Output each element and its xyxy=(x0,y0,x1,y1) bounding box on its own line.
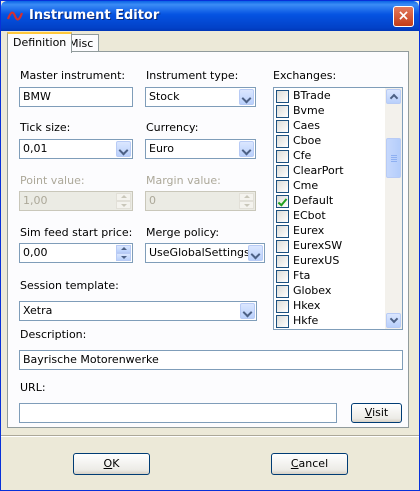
checkbox[interactable] xyxy=(276,135,289,148)
exchanges-label: Exchanges: xyxy=(273,69,337,82)
instrument-type-select[interactable]: Stock xyxy=(145,87,256,107)
checkbox[interactable] xyxy=(276,270,289,283)
tab-definition[interactable]: Definition xyxy=(7,32,73,53)
description-label: Description: xyxy=(20,328,87,341)
checkbox[interactable] xyxy=(276,120,289,133)
checkbox[interactable] xyxy=(276,210,289,223)
scroll-up-icon[interactable] xyxy=(386,89,401,104)
merge-policy-label: Merge policy: xyxy=(146,226,220,239)
merge-policy-value: UseGlobalSettings xyxy=(149,246,250,259)
sim-feed-start-price-label: Sim feed start price: xyxy=(20,226,133,239)
margin-value-value: 0 xyxy=(149,194,156,207)
spin-arrows-icon xyxy=(116,193,131,209)
instrument-type-value: Stock xyxy=(149,90,180,103)
checkbox[interactable] xyxy=(276,315,289,328)
chevron-down-icon[interactable] xyxy=(240,303,255,319)
point-value-spinner: 1,00 xyxy=(19,191,133,211)
checkbox[interactable] xyxy=(276,180,289,193)
close-icon[interactable]: × xyxy=(393,6,414,27)
sim-feed-start-price-spinner[interactable]: 0,00 xyxy=(19,243,133,263)
instrument-type-label: Instrument type: xyxy=(146,69,239,82)
margin-value-label: Margin value: xyxy=(146,174,221,187)
master-instrument-input[interactable]: BMW xyxy=(19,87,133,107)
point-value-value: 1,00 xyxy=(23,194,48,207)
checkbox[interactable] xyxy=(276,300,289,313)
window-title: Instrument Editor xyxy=(29,8,160,23)
merge-policy-select[interactable]: UseGlobalSettings xyxy=(145,243,265,263)
url-label: URL: xyxy=(20,381,46,394)
chevron-down-icon[interactable] xyxy=(239,141,254,157)
tick-size-select[interactable]: 0,01 xyxy=(19,139,133,159)
margin-value-spinner: 0 xyxy=(145,191,256,211)
checkbox[interactable] xyxy=(276,165,289,178)
master-instrument-label: Master instrument: xyxy=(20,69,126,82)
chevron-down-icon[interactable] xyxy=(116,141,131,157)
title-bar[interactable]: Instrument Editor × xyxy=(1,1,419,31)
exchanges-list[interactable]: BTrade Bvme Caes Cboe Cfe ClearPort Cme … xyxy=(273,87,403,330)
session-template-value: Xetra xyxy=(23,304,53,317)
currency-label: Currency: xyxy=(146,121,199,134)
tick-size-label: Tick size: xyxy=(20,121,71,134)
exchanges-scrollbar[interactable] xyxy=(385,88,402,329)
currency-value: Euro xyxy=(149,142,174,155)
chevron-down-icon[interactable] xyxy=(248,245,263,261)
checkbox[interactable] xyxy=(276,240,289,253)
description-input[interactable]: Bayrische Motorenwerke xyxy=(19,350,403,370)
check-icon[interactable] xyxy=(276,195,289,208)
checkbox[interactable] xyxy=(276,285,289,298)
session-template-label: Session template: xyxy=(20,279,119,292)
checkbox[interactable] xyxy=(276,150,289,163)
spin-arrows-icon[interactable] xyxy=(116,245,131,261)
sim-feed-start-price-value: 0,00 xyxy=(23,246,48,259)
checkbox[interactable] xyxy=(276,90,289,103)
instrument-editor-window: Instrument Editor × Definition Misc Mast… xyxy=(0,0,420,491)
checkbox[interactable] xyxy=(276,105,289,118)
tick-size-value: 0,01 xyxy=(23,142,48,155)
nt-logo-icon xyxy=(7,11,23,21)
scroll-thumb[interactable] xyxy=(386,138,401,178)
cancel-button[interactable]: Cancel xyxy=(271,453,348,475)
session-template-select[interactable]: Xetra xyxy=(19,301,257,321)
currency-select[interactable]: Euro xyxy=(145,139,256,159)
ok-button[interactable]: OK xyxy=(73,453,150,475)
chevron-down-icon[interactable] xyxy=(239,89,254,105)
checkbox[interactable] xyxy=(276,225,289,238)
scroll-down-icon[interactable] xyxy=(386,313,401,328)
url-input[interactable] xyxy=(19,403,337,423)
spin-arrows-icon xyxy=(239,193,254,209)
checkbox[interactable] xyxy=(276,255,289,268)
visit-button[interactable]: Visit xyxy=(351,403,402,423)
point-value-label: Point value: xyxy=(20,174,85,187)
